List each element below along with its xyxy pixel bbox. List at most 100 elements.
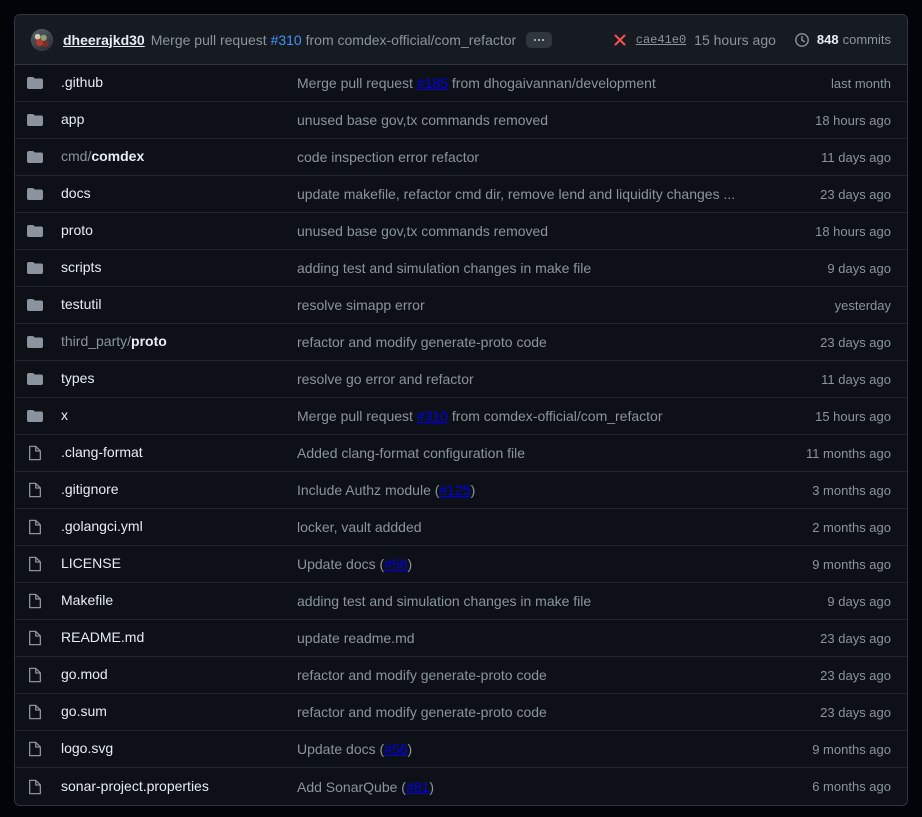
folder-name-link[interactable]: third_party/proto [61,333,167,349]
folder-name-link[interactable]: proto [61,222,93,238]
table-row[interactable]: docs update makefile, refactor cmd dir, r… [15,176,907,213]
folder-name-link[interactable]: app [61,111,84,127]
table-row[interactable]: third_party/proto refactor and modify gen… [15,324,907,361]
file-name-link[interactable]: go.mod [61,666,108,682]
commit-author-link[interactable]: dheerajkd30 [63,32,145,48]
expand-commit-message-button[interactable] [526,31,553,48]
folder-name-link[interactable]: cmd/comdex [61,148,144,164]
row-name-cell: Makefile [43,592,297,610]
commit-message-text: Merge pull request [297,408,417,424]
commit-message-pr-link[interactable]: #125 [439,482,470,498]
file-icon [27,704,43,720]
file-icon [27,593,43,609]
table-row[interactable]: scripts adding test and simulation change… [15,250,907,287]
file-name-link[interactable]: .golangci.yml [61,518,143,534]
table-row[interactable]: app unused base gov,tx commands removed 18… [15,102,907,139]
table-row[interactable]: Makefile adding test and simulation chang… [15,583,907,620]
table-row[interactable]: go.sum refactor and modify generate-proto… [15,694,907,731]
file-name-link[interactable]: go.sum [61,703,107,719]
table-row[interactable]: .clang-format Added clang-format configur… [15,435,907,472]
table-row[interactable]: .github Merge pull request #185 from dhog… [15,65,907,102]
commit-message-text: code inspection error refactor [297,149,480,165]
row-name-cell: .github [43,74,297,92]
commit-message-text: Merge pull request [297,75,417,91]
commit-age-cell: 23 days ago [820,334,891,350]
table-row[interactable]: types resolve go error and refactor 11 day… [15,361,907,398]
table-row[interactable]: x Merge pull request #310 from comdex-off… [15,398,907,435]
commit-message-text: adding test and simulation changes in ma… [297,260,592,276]
folder-name-link[interactable]: x [61,407,68,423]
table-row[interactable]: README.md update readme.md 23 days ago [15,620,907,657]
commit-age-cell: 9 months ago [812,556,891,572]
table-row[interactable]: .golangci.yml locker, vault addded 2 month… [15,509,907,546]
commit-message-pr-link[interactable]: #310 [417,408,448,424]
file-icon [27,779,43,795]
table-row[interactable]: logo.svg Update docs (#56) 9 months ago [15,731,907,768]
commit-message-cell: adding test and simulation changes in ma… [297,260,827,276]
row-name-cell: scripts [43,259,297,277]
commit-message-pr-link[interactable]: #56 [384,741,407,757]
file-name-link[interactable]: README.md [61,629,144,645]
table-row[interactable]: sonar-project.properties Add SonarQube (#… [15,768,907,805]
file-name-link[interactable]: LICENSE [61,555,121,571]
commit-message-text: adding test and simulation changes in ma… [297,593,592,609]
commit-sha-link[interactable]: cae41e0 [636,33,686,47]
commit-message-cell: Merge pull request #185 from dhogaivanna… [297,75,831,91]
table-row[interactable]: testutil resolve simapp error yesterday [15,287,907,324]
file-name-link[interactable]: .gitignore [61,481,119,497]
folder-name-link[interactable]: .github [61,74,103,90]
history-clock-icon [794,32,810,48]
commit-message-pr-link[interactable]: #81 [406,779,429,795]
commit-message-cell: Include Authz module (#125) [297,482,812,498]
row-name-cell: docs [43,185,297,203]
folder-icon [27,371,43,387]
row-name-cell: testutil [43,296,297,314]
commit-message-cell: Merge pull request #310 from comdex-offi… [297,408,815,424]
commit-message-pr-link[interactable]: #56 [384,556,407,572]
row-name-text: LICENSE [61,555,121,571]
table-row[interactable]: LICENSE Update docs (#56) 9 months ago [15,546,907,583]
row-name-text: go.sum [61,703,107,719]
commit-message-pr-link[interactable]: #185 [417,75,448,91]
folder-icon [27,408,43,424]
table-row[interactable]: .gitignore Include Authz module (#125) 3 m… [15,472,907,509]
commit-message-prefix: Merge pull request [150,31,271,48]
row-name-cell: x [43,407,297,425]
file-name-link[interactable]: sonar-project.properties [61,778,209,794]
row-name-text: .clang-format [61,444,143,460]
row-name-text: testutil [61,296,102,312]
commits-count: 848 [816,31,839,47]
commit-age-cell: 11 days ago [821,371,891,387]
folder-name-link[interactable]: testutil [61,296,101,312]
file-name-link[interactable]: .clang-format [61,444,143,460]
file-list: .github Merge pull request #185 from dhog… [15,65,907,805]
folder-icon [27,260,43,276]
commit-message-pr-link[interactable]: #310 [271,32,302,48]
commit-meta: cae41e0 15 hours ago 848 commits [612,31,891,49]
commit-message-text: update readme.md [297,630,415,646]
row-name-text: docs [61,185,91,201]
table-row[interactable]: proto unused base gov,tx commands removed… [15,213,907,250]
x-circle-fail-icon[interactable] [612,32,628,48]
commit-age-cell: 23 days ago [820,630,891,646]
file-icon [27,519,43,535]
folder-name-link[interactable]: types [61,370,94,386]
table-row[interactable]: go.mod refactor and modify generate-proto… [15,657,907,694]
commit-message-cell: refactor and modify generate-proto code [297,334,820,350]
commits-count-link[interactable]: 848 commits [817,31,891,49]
commit-message-cell: unused base gov,tx commands removed [297,112,815,128]
avatar [31,28,53,51]
file-name-link[interactable]: Makefile [61,592,113,608]
commit-message-suffix: from comdex-official/com_refactor [448,408,663,424]
repository-file-browser: dheerajkd30 Merge pull request #310 from… [14,14,908,806]
table-row[interactable]: cmd/comdex code inspection error refactor… [15,139,907,176]
file-name-link[interactable]: logo.svg [61,740,113,756]
commit-relative-time: 15 hours ago [694,31,776,48]
commit-message-text: unused base gov,tx commands removed [297,112,549,128]
folder-name-link[interactable]: scripts [61,259,101,275]
row-name-cell: cmd/comdex [43,148,297,166]
commit-age-cell: 18 hours ago [815,223,891,239]
commit-message-cell: update makefile, refactor cmd dir, remov… [297,186,820,202]
folder-name-link[interactable]: docs [61,185,91,201]
row-name-text: types [61,370,95,386]
